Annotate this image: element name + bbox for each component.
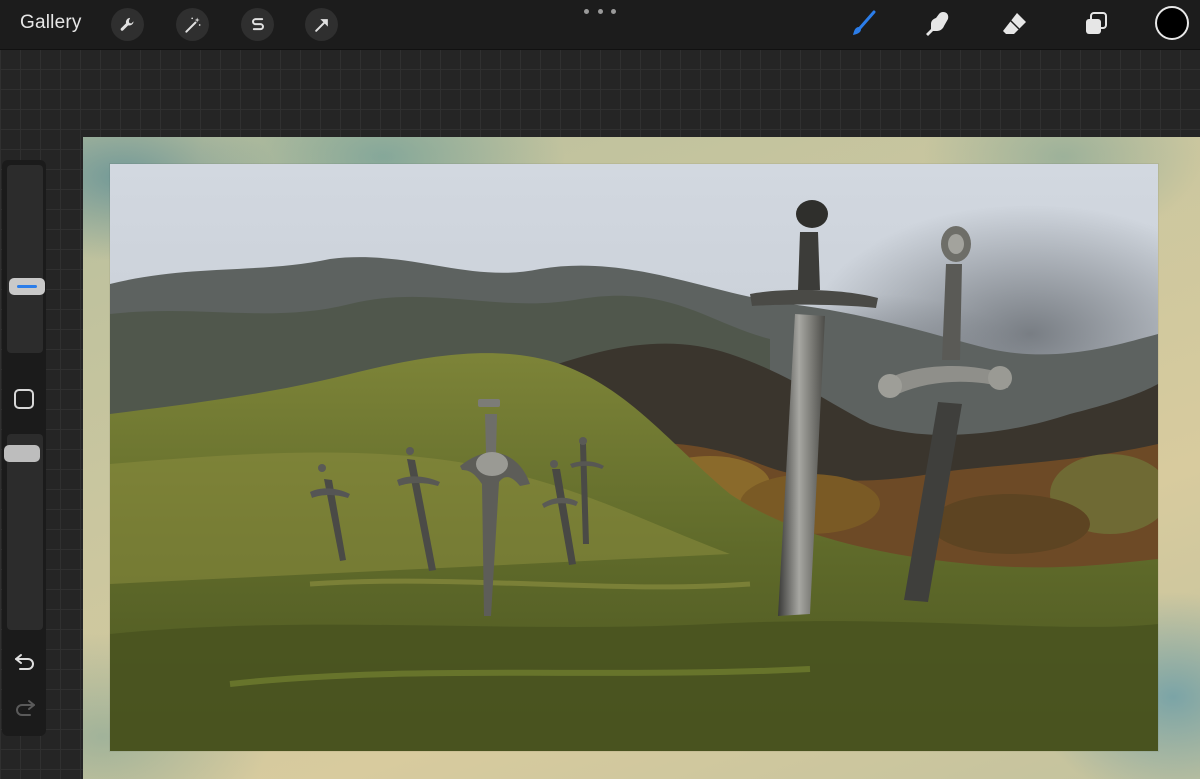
selection-button[interactable] — [241, 8, 274, 41]
redo-button[interactable] — [12, 696, 38, 718]
actions-button[interactable] — [111, 8, 144, 41]
brush-tool-button[interactable] — [845, 6, 881, 42]
eraser-icon — [1003, 13, 1026, 34]
smudge-finger-icon — [926, 12, 949, 36]
selection-s-icon — [251, 17, 264, 30]
magic-wand-icon — [184, 17, 200, 33]
opacity-slider-knob[interactable] — [4, 445, 40, 462]
layers-button[interactable] — [1078, 6, 1114, 42]
smudge-tool-button[interactable] — [920, 6, 956, 42]
square-modify-icon[interactable] — [14, 389, 34, 409]
top-toolbar: Gallery — [0, 0, 1200, 50]
gallery-button[interactable]: Gallery — [20, 12, 82, 34]
landscape-painting — [110, 164, 1158, 751]
eraser-tool-button[interactable] — [997, 6, 1033, 42]
canvas-artwork[interactable] — [110, 164, 1158, 751]
wrench-icon — [120, 17, 133, 31]
transform-button[interactable] — [305, 8, 338, 41]
adjustments-button[interactable] — [176, 8, 209, 41]
opacity-slider[interactable] — [7, 434, 43, 630]
left-sidebar — [2, 160, 46, 736]
brush-size-slider-knob[interactable] — [9, 278, 45, 295]
brush-size-slider[interactable] — [7, 165, 45, 353]
more-dots-icon[interactable] — [584, 5, 616, 17]
layers-icon — [1086, 12, 1107, 34]
redo-icon — [16, 700, 35, 716]
procreate-app: Gallery — [0, 0, 1200, 779]
undo-icon — [15, 654, 34, 670]
color-picker-button[interactable] — [1155, 6, 1189, 40]
arrow-cursor-icon — [314, 18, 328, 32]
brush-icon — [853, 10, 876, 35]
undo-button[interactable] — [12, 650, 38, 672]
